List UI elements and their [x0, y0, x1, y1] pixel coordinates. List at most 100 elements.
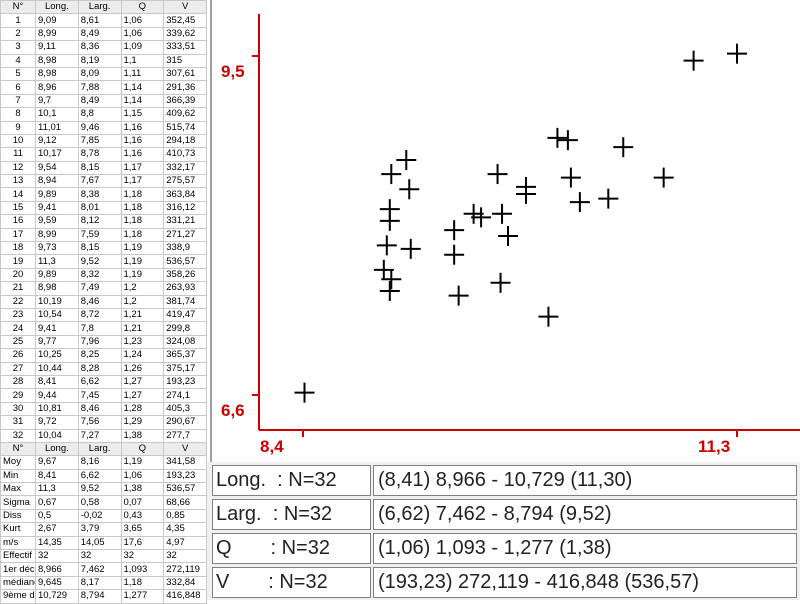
table-cell[interactable]: 8,12	[77, 214, 122, 229]
table-cell[interactable]: 8,8	[77, 107, 122, 122]
summary-label[interactable]: Diss	[0, 508, 36, 524]
table-cell[interactable]: 9,41	[35, 321, 79, 336]
table-cell[interactable]: 10,17	[35, 147, 79, 162]
table-cell[interactable]: 1,19	[120, 241, 165, 256]
table-cell[interactable]: 30	[0, 401, 36, 417]
summary-label[interactable]: médiane	[0, 575, 36, 591]
col-header-v[interactable]: V	[163, 441, 207, 457]
summary-cell[interactable]: 1,19	[120, 455, 165, 470]
table-cell[interactable]: 1,1	[120, 53, 165, 68]
table-cell[interactable]: 19	[0, 254, 36, 269]
table-cell[interactable]: 271,27	[163, 227, 207, 243]
summary-cell[interactable]: 14,35	[35, 535, 79, 551]
summary-label[interactable]: Sigma	[0, 495, 36, 510]
table-cell[interactable]: 1,14	[120, 93, 165, 109]
table-cell[interactable]: 1,21	[120, 321, 165, 336]
table-cell[interactable]: 8,46	[77, 401, 122, 417]
summary-cell[interactable]: 14,05	[77, 535, 122, 551]
table-cell[interactable]: 4	[0, 53, 36, 68]
table-cell[interactable]: 15	[0, 200, 36, 216]
table-cell[interactable]: 7,56	[77, 415, 122, 430]
table-cell[interactable]: 9,89	[35, 187, 79, 202]
summary-label[interactable]: Max	[0, 482, 36, 497]
table-cell[interactable]: 294,18	[163, 133, 207, 149]
table-cell[interactable]: 1,19	[120, 254, 165, 269]
table-cell[interactable]: 32	[0, 428, 36, 443]
table-cell[interactable]: 8,49	[77, 26, 122, 42]
table-cell[interactable]: 9,59	[35, 214, 79, 229]
summary-label[interactable]: Kurt	[0, 522, 36, 537]
table-cell[interactable]: 1,27	[120, 374, 165, 390]
table-cell[interactable]: 9,77	[35, 334, 79, 350]
table-cell[interactable]: 8,99	[35, 227, 79, 243]
table-cell[interactable]: 7	[0, 93, 36, 109]
table-cell[interactable]: 8,15	[77, 160, 122, 176]
table-cell[interactable]: 5	[0, 66, 36, 82]
summary-cell[interactable]: 4,97	[163, 535, 207, 551]
table-cell[interactable]: 13	[0, 174, 36, 189]
summary-cell[interactable]: 32	[35, 549, 79, 564]
table-cell[interactable]: 333,51	[163, 40, 207, 55]
table-cell[interactable]: 8,38	[77, 187, 122, 202]
table-cell[interactable]: 1,21	[120, 307, 165, 323]
table-cell[interactable]: 11	[0, 147, 36, 162]
table-cell[interactable]: 1	[0, 13, 36, 28]
table-cell[interactable]: 31	[0, 415, 36, 430]
table-cell[interactable]: 25	[0, 334, 36, 350]
summary-cell[interactable]: 8,794	[77, 589, 122, 604]
table-cell[interactable]: 381,74	[163, 294, 207, 309]
col-header-long[interactable]: Long.	[35, 0, 79, 15]
table-cell[interactable]: 339,62	[163, 26, 207, 42]
table-cell[interactable]: 8	[0, 107, 36, 122]
col-header-larg[interactable]: Larg.	[77, 0, 122, 15]
summary-cell[interactable]: 9,645	[35, 575, 79, 591]
table-cell[interactable]: 20	[0, 267, 36, 283]
table-cell[interactable]: 1,06	[120, 13, 165, 28]
table-cell[interactable]: 515,74	[163, 120, 207, 135]
table-cell[interactable]: 8,46	[77, 294, 122, 309]
summary-cell[interactable]: 6,62	[77, 468, 122, 484]
table-cell[interactable]: 338,9	[163, 241, 207, 256]
table-cell[interactable]: 275,57	[163, 174, 207, 189]
summary-cell[interactable]: 8,41	[35, 468, 79, 484]
summary-cell[interactable]: 1,277	[120, 589, 165, 604]
table-cell[interactable]: 1,16	[120, 147, 165, 162]
summary-cell[interactable]: 536,57	[163, 482, 207, 497]
table-cell[interactable]: 9,73	[35, 241, 79, 256]
summary-cell[interactable]: 0,43	[120, 508, 165, 524]
table-cell[interactable]: 263,93	[163, 281, 207, 296]
table-cell[interactable]: 21	[0, 281, 36, 296]
table-cell[interactable]: 7,49	[77, 281, 122, 296]
table-cell[interactable]: 8,28	[77, 361, 122, 376]
table-cell[interactable]: 193,23	[163, 374, 207, 390]
table-cell[interactable]: 9,09	[35, 13, 79, 28]
table-cell[interactable]: 8,98	[35, 66, 79, 82]
table-cell[interactable]: 8,01	[77, 200, 122, 216]
summary-cell[interactable]: 0,67	[35, 495, 79, 510]
table-cell[interactable]: 375,17	[163, 361, 207, 376]
summary-cell[interactable]: 341,58	[163, 455, 207, 470]
table-cell[interactable]: 3	[0, 40, 36, 55]
summary-cell[interactable]: 8,17	[77, 575, 122, 591]
summary-cell[interactable]: 17,6	[120, 535, 165, 551]
summary-cell[interactable]: 4,35	[163, 522, 207, 537]
table-cell[interactable]: 11,01	[35, 120, 79, 135]
table-cell[interactable]: 10,04	[35, 428, 79, 443]
table-cell[interactable]: 274,1	[163, 388, 207, 403]
table-cell[interactable]: 7,8	[77, 321, 122, 336]
table-cell[interactable]: 1,14	[120, 80, 165, 95]
summary-cell[interactable]: 332,84	[163, 575, 207, 591]
table-cell[interactable]: 352,45	[163, 13, 207, 28]
table-cell[interactable]: 8,94	[35, 174, 79, 189]
table-cell[interactable]: 1,26	[120, 361, 165, 376]
summary-cell[interactable]: 9,52	[77, 482, 122, 497]
summary-cell[interactable]: 272,119	[163, 562, 207, 577]
table-cell[interactable]: 22	[0, 294, 36, 309]
table-cell[interactable]: 8,49	[77, 93, 122, 109]
table-cell[interactable]: 410,73	[163, 147, 207, 162]
table-cell[interactable]: 10,25	[35, 348, 79, 363]
table-cell[interactable]: 10,1	[35, 107, 79, 122]
table-cell[interactable]: 7,96	[77, 334, 122, 350]
table-cell[interactable]: 8,78	[77, 147, 122, 162]
summary-cell[interactable]: 416,848	[163, 589, 207, 604]
